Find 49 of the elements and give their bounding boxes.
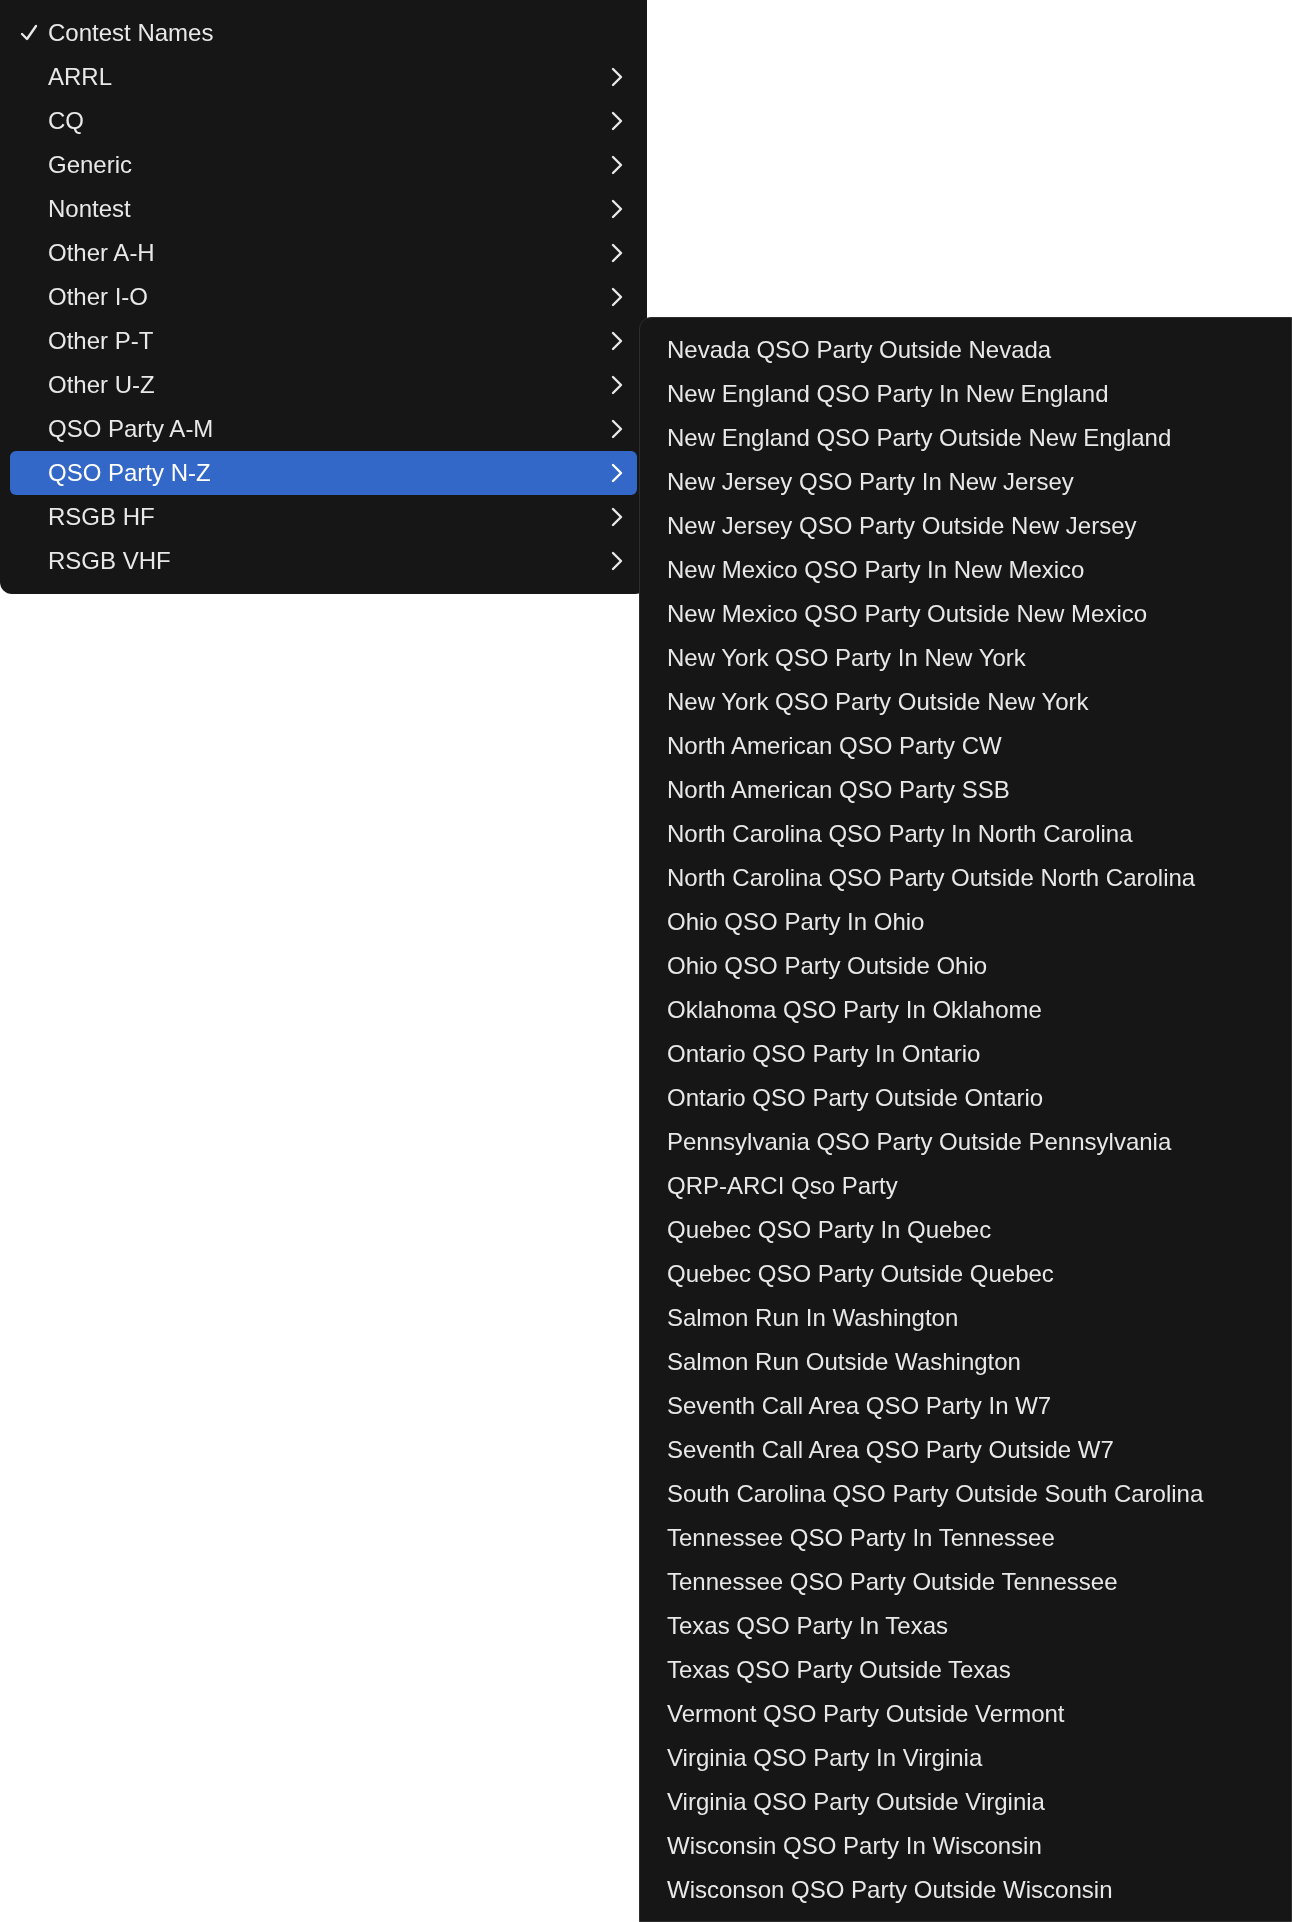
menu-item[interactable]: North American QSO Party CW (648, 724, 1283, 768)
submenu-item[interactable]: Other P-T (10, 319, 637, 363)
menu-item[interactable]: Pennsylvania QSO Party Outside Pennsylvania (648, 1120, 1283, 1164)
submenu-item[interactable]: Nontest (10, 187, 637, 231)
menu-item[interactable]: Texas QSO Party In Texas (648, 1604, 1283, 1648)
menu-item[interactable]: New York QSO Party In New York (648, 636, 1283, 680)
menu-item[interactable]: Vermont QSO Party Outside Vermont (648, 1692, 1283, 1736)
menu-item[interactable]: New England QSO Party In New England (648, 372, 1283, 416)
menu-item[interactable]: Salmon Run In Washington (648, 1296, 1283, 1340)
menu-item[interactable]: Nevada QSO Party Outside Nevada (648, 328, 1283, 372)
menu-item[interactable]: North American QSO Party SSB (648, 768, 1283, 812)
menu-item[interactable]: Texas QSO Party Outside Texas (648, 1648, 1283, 1692)
menu-item[interactable]: Quebec QSO Party In Quebec (648, 1208, 1283, 1252)
menu-item[interactable]: Seventh Call Area QSO Party Outside W7 (648, 1428, 1283, 1472)
menu-item[interactable]: New Mexico QSO Party In New Mexico (648, 548, 1283, 592)
submenu-item[interactable]: ARRL (10, 55, 637, 99)
submenu-item[interactable]: QSO Party A-M (10, 407, 637, 451)
menu-item[interactable]: Tennessee QSO Party In Tennessee (648, 1516, 1283, 1560)
submenu-item[interactable]: Other U-Z (10, 363, 637, 407)
menu-item[interactable]: New York QSO Party Outside New York (648, 680, 1283, 724)
menu-item[interactable]: Ontario QSO Party Outside Ontario (648, 1076, 1283, 1120)
menu-item[interactable]: Ohio QSO Party Outside Ohio (648, 944, 1283, 988)
menu-item[interactable]: Seventh Call Area QSO Party In W7 (648, 1384, 1283, 1428)
menu-item[interactable]: North Carolina QSO Party In North Carolina (648, 812, 1283, 856)
menu-item[interactable]: Tennessee QSO Party Outside Tennessee (648, 1560, 1283, 1604)
menu-item[interactable]: North Carolina QSO Party Outside North Carolina (648, 856, 1283, 900)
submenu-item[interactable]: CQ (10, 99, 637, 143)
menu-item[interactable]: New England QSO Party Outside New England (648, 416, 1283, 460)
submenu-item[interactable]: RSGB HF (10, 495, 637, 539)
menu-item[interactable]: QRP-ARCI Qso Party (648, 1164, 1283, 1208)
menu-item[interactable]: Quebec QSO Party Outside Quebec (648, 1252, 1283, 1296)
menu-item[interactable]: New Jersey QSO Party In New Jersey (648, 460, 1283, 504)
submenu-item[interactable]: Generic (10, 143, 637, 187)
menu-item[interactable]: Wisconson QSO Party Outside Wisconsin (648, 1868, 1283, 1912)
menu-item[interactable]: Ontario QSO Party In Ontario (648, 1032, 1283, 1076)
submenu-item[interactable]: Other I-O (10, 275, 637, 319)
menu-item[interactable]: Contest Names (10, 11, 637, 55)
submenu-item[interactable]: QSO Party N-Z (10, 451, 637, 495)
menu-item[interactable]: Wisconsin QSO Party In Wisconsin (648, 1824, 1283, 1868)
menu-item[interactable]: Virginia QSO Party Outside Virginia (648, 1780, 1283, 1824)
submenu-item[interactable]: Other A-H (10, 231, 637, 275)
menu-item[interactable]: Salmon Run Outside Washington (648, 1340, 1283, 1384)
menu-item[interactable]: Oklahoma QSO Party In Oklahome (648, 988, 1283, 1032)
menu-item[interactable]: New Mexico QSO Party Outside New Mexico (648, 592, 1283, 636)
menu-item[interactable]: New Jersey QSO Party Outside New Jersey (648, 504, 1283, 548)
menu-item[interactable]: Ohio QSO Party In Ohio (648, 900, 1283, 944)
menu-item[interactable]: Virginia QSO Party In Virginia (648, 1736, 1283, 1780)
menu-item[interactable]: South Carolina QSO Party Outside South Carolina (648, 1472, 1283, 1516)
submenu-item[interactable]: RSGB VHF (10, 539, 637, 583)
